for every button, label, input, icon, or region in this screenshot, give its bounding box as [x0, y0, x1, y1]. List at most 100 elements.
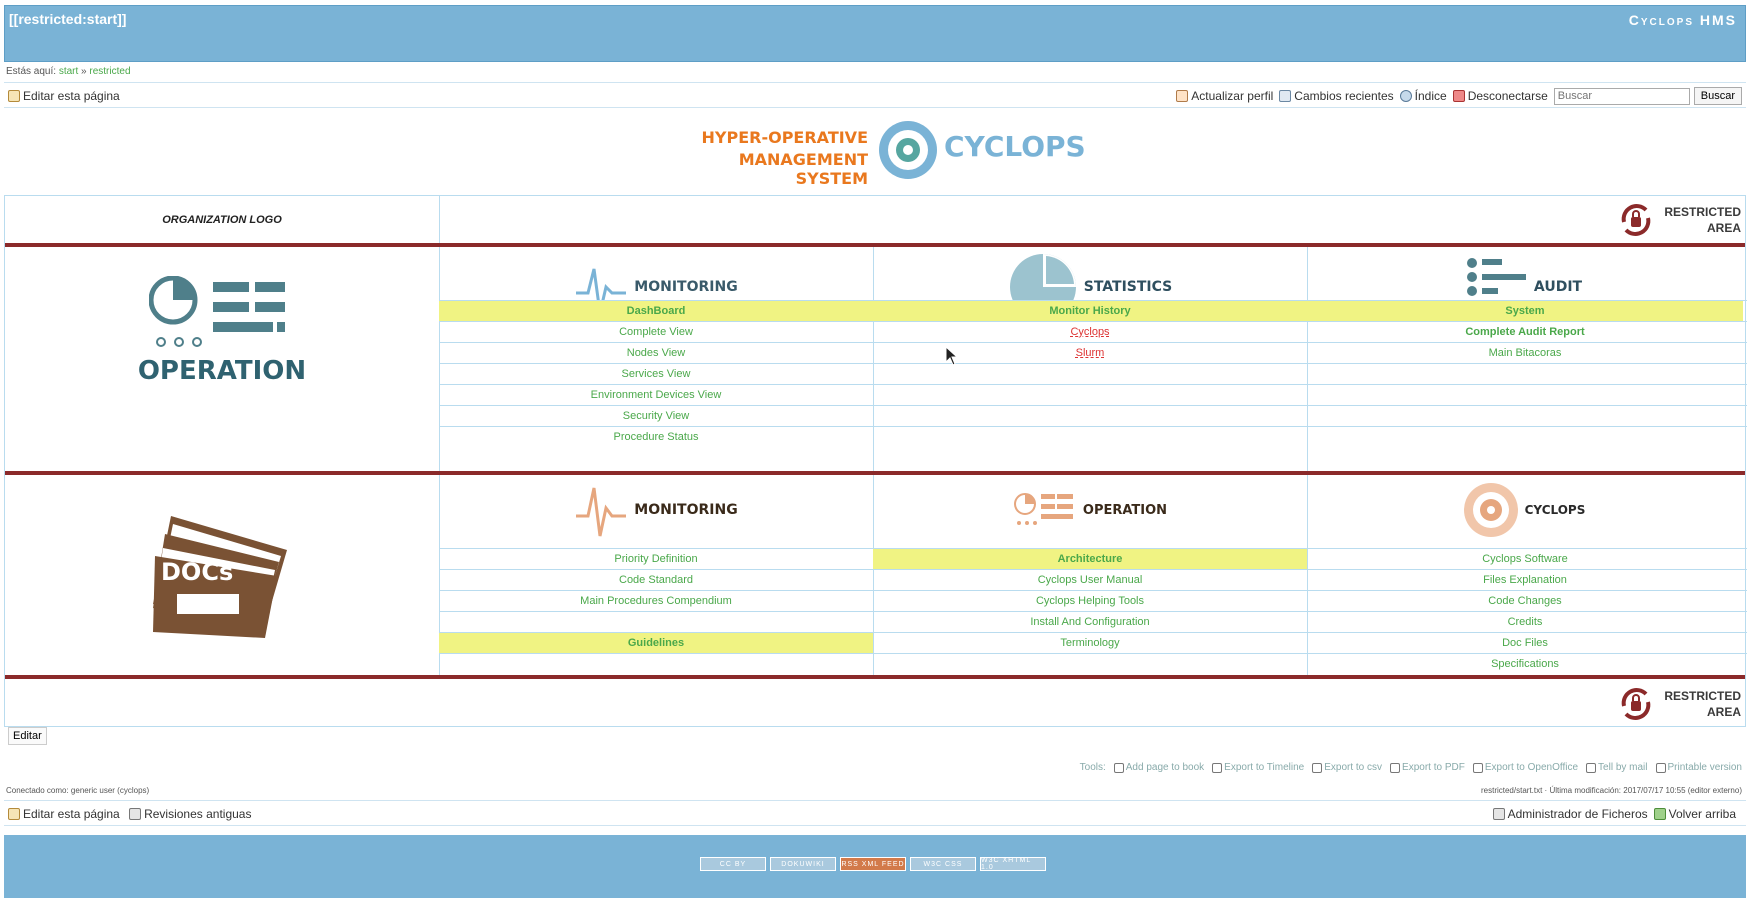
- rss-badge[interactable]: RSS XML FEED: [840, 857, 906, 871]
- procedure-status-link[interactable]: Procedure Status: [439, 427, 873, 447]
- pencil-icon: [8, 90, 20, 102]
- cyclops-user-manual-link[interactable]: Cyclops User Manual: [873, 570, 1307, 590]
- edit-page-label-bottom: Editar esta página: [23, 807, 120, 821]
- footer-action-bar: Editar esta página Revisiones antiguas A…: [4, 800, 1746, 826]
- printable-version-link[interactable]: Printable version: [1655, 762, 1742, 773]
- monitor-history-header[interactable]: Monitor History: [873, 301, 1307, 321]
- services-view-link[interactable]: Services View: [439, 364, 873, 384]
- hms-logo-line2: MANAGEMENT SYSTEM: [738, 150, 868, 188]
- search-button[interactable]: Buscar: [1693, 87, 1742, 105]
- update-profile-label: Actualizar perfil: [1191, 89, 1274, 103]
- monitoring-title-1: MONITORING: [634, 279, 738, 295]
- cyclops-history-link[interactable]: Cyclops: [873, 322, 1307, 342]
- breadcrumb-current-link[interactable]: restricted: [89, 66, 130, 77]
- operation-small-icon: [1013, 493, 1073, 525]
- edit-page-link-bottom[interactable]: Editar esta página: [8, 802, 120, 826]
- recent-changes-label: Cambios recientes: [1294, 89, 1394, 103]
- export-openoffice-link[interactable]: Export to OpenOffice: [1472, 762, 1579, 773]
- printable-version-label: Printable version: [1667, 762, 1742, 773]
- operation-label: OPERATION: [137, 356, 307, 386]
- site-title[interactable]: Cyclops HMS: [1629, 12, 1737, 28]
- operation-title-2: OPERATION: [1082, 502, 1168, 518]
- last-modified: restricted/start.txt · Última modificaci…: [1480, 786, 1742, 795]
- edit-page-link[interactable]: Editar esta página: [8, 84, 120, 108]
- statistics-title: STATISTICS: [1083, 279, 1173, 295]
- complete-view-link[interactable]: Complete View: [439, 322, 873, 342]
- export-csv-link[interactable]: Export to csv: [1312, 762, 1382, 773]
- connected-as: Conectado como: generic user (cyclops): [6, 786, 150, 795]
- index-link[interactable]: Índice: [1399, 84, 1447, 108]
- openoffice-icon: [1472, 762, 1483, 773]
- environment-devices-view-link[interactable]: Environment Devices View: [439, 385, 873, 405]
- terminology-link[interactable]: Terminology: [873, 633, 1307, 653]
- hms-logo-word: CYCLOPS: [944, 130, 1086, 163]
- breadcrumb-start-link[interactable]: start: [59, 66, 78, 77]
- edit-button[interactable]: Editar: [8, 727, 47, 745]
- edit-page-label: Editar esta página: [23, 89, 120, 103]
- update-profile-link[interactable]: Actualizar perfil: [1176, 84, 1273, 108]
- footer-badges: CC BY DOKUWIKI RSS XML FEED W3C CSS W3C …: [700, 857, 1046, 871]
- add-to-book-link[interactable]: Add page to book: [1113, 762, 1204, 773]
- priority-definition-link[interactable]: Priority Definition: [439, 549, 873, 569]
- file-manager-link[interactable]: Administrador de Ficheros: [1492, 802, 1648, 826]
- slurm-history-link[interactable]: Slurm: [873, 343, 1307, 363]
- export-timeline-link[interactable]: Export to Timeline: [1212, 762, 1304, 773]
- doc-files-link[interactable]: Doc Files: [1307, 633, 1743, 653]
- w3c-xhtml-badge[interactable]: W3C XHTML 1.0: [980, 857, 1046, 871]
- system-header[interactable]: System: [1307, 301, 1743, 321]
- search-input[interactable]: [1553, 87, 1690, 105]
- back-to-top-link[interactable]: Volver arriba: [1653, 802, 1736, 826]
- monitoring-title-2: MONITORING: [634, 502, 738, 518]
- recent-changes-link[interactable]: Cambios recientes: [1279, 84, 1394, 108]
- print-icon: [1655, 762, 1666, 773]
- cyclops-title: CYCLOPS: [1524, 503, 1586, 517]
- export-csv-label: Export to csv: [1324, 762, 1383, 773]
- complete-audit-report-link[interactable]: Complete Audit Report: [1307, 322, 1743, 342]
- cyclops-header: CYCLOPS: [1307, 475, 1741, 545]
- dokuwiki-badge[interactable]: DOKUWIKI: [770, 857, 836, 871]
- files-explanation-link[interactable]: Files Explanation: [1307, 570, 1743, 590]
- monitoring-header-2: MONITORING: [439, 475, 873, 545]
- credits-link[interactable]: Credits: [1307, 612, 1743, 632]
- restricted-area-badge-top: RESTRICTED AREA: [1616, 200, 1741, 240]
- docs-label: DOCs: [161, 558, 234, 586]
- operation-header-2: OPERATION: [873, 475, 1307, 545]
- breadcrumb-separator: »: [81, 66, 87, 77]
- restricted-line1-bottom: RESTRICTED: [1664, 689, 1741, 703]
- audit-title: AUDIT: [1533, 279, 1583, 295]
- organization-logo: ORGANIZATION LOGO: [162, 213, 282, 226]
- tell-by-mail-link[interactable]: Tell by mail: [1586, 762, 1648, 773]
- cyclops-software-link[interactable]: Cyclops Software: [1307, 549, 1743, 569]
- timeline-icon: [1212, 762, 1223, 773]
- install-and-configuration-link[interactable]: Install And Configuration: [873, 612, 1307, 632]
- hms-logo: HYPER-OPERATIVE MANAGEMENT SYSTEM CYCLOP…: [688, 116, 1086, 188]
- cc-badge[interactable]: CC BY: [700, 857, 766, 871]
- tools-bar: Tools: Add page to book Export to Timeli…: [1080, 762, 1742, 773]
- dashboard-header[interactable]: DashBoard: [439, 301, 873, 321]
- security-view-link[interactable]: Security View: [439, 406, 873, 426]
- restricted-area-badge-bottom: RESTRICTED AREA: [1616, 684, 1741, 724]
- file-manager-label: Administrador de Ficheros: [1507, 807, 1648, 821]
- nodes-view-link[interactable]: Nodes View: [439, 343, 873, 363]
- guidelines-header[interactable]: Guidelines: [439, 633, 873, 653]
- export-openoffice-label: Export to OpenOffice: [1484, 762, 1579, 773]
- page-id[interactable]: [[restricted:start]]: [9, 11, 126, 27]
- user-icon: [1176, 90, 1189, 102]
- architecture-header[interactable]: Architecture: [873, 549, 1307, 569]
- code-standard-link[interactable]: Code Standard: [439, 570, 873, 590]
- cyclops-helping-tools-link[interactable]: Cyclops Helping Tools: [873, 591, 1307, 611]
- export-pdf-link[interactable]: Export to PDF: [1390, 762, 1465, 773]
- old-revisions-link[interactable]: Revisiones antiguas: [129, 802, 251, 826]
- w3c-css-badge[interactable]: W3C CSS: [910, 857, 976, 871]
- logout-icon: [1452, 90, 1465, 102]
- main-procedures-compendium-link[interactable]: Main Procedures Compendium: [439, 591, 873, 611]
- restricted-line2-bottom: AREA: [1706, 705, 1741, 719]
- mail-icon: [1586, 762, 1597, 773]
- logout-link[interactable]: Desconectarse: [1452, 84, 1548, 108]
- mouse-cursor-icon: [945, 346, 959, 366]
- hms-logo-line1: HYPER-OPERATIVE: [701, 128, 869, 147]
- main-bitacoras-link[interactable]: Main Bitacoras: [1307, 343, 1743, 363]
- code-changes-link[interactable]: Code Changes: [1307, 591, 1743, 611]
- lock-refresh-icon: [1621, 204, 1651, 236]
- specifications-link[interactable]: Specifications: [1307, 654, 1743, 674]
